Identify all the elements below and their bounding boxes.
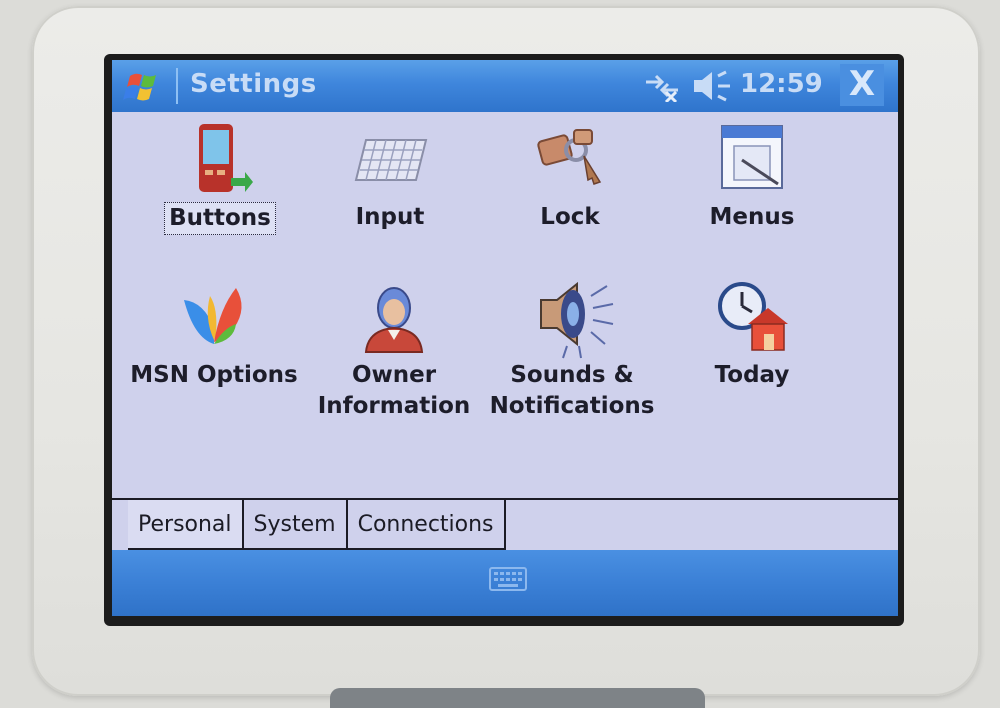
settings-item-menus[interactable]: Menus <box>672 120 832 233</box>
windows-start-icon[interactable] <box>122 66 168 106</box>
settings-item-msn-options[interactable]: MSN Options <box>126 278 302 391</box>
menus-window-icon <box>721 125 783 189</box>
settings-item-label-line1: Sounds & <box>510 362 634 388</box>
settings-item-label-line2: Notifications <box>489 393 655 419</box>
title-separator <box>176 68 178 104</box>
connectivity-icon[interactable] <box>642 70 682 102</box>
settings-item-label-line1: Owner <box>351 362 437 388</box>
keyboard-icon <box>354 139 428 181</box>
soft-key-bar <box>112 550 898 616</box>
device-buttons-icon <box>199 124 253 192</box>
settings-item-input[interactable]: Input <box>310 120 470 233</box>
settings-item-label: Input <box>355 204 425 230</box>
settings-item-label: Buttons <box>164 202 276 235</box>
page-title: Settings <box>190 69 317 99</box>
input-panel-keyboard-icon[interactable] <box>488 564 528 594</box>
settings-item-lock[interactable]: Lock <box>490 120 650 233</box>
close-button[interactable]: X <box>840 64 884 106</box>
settings-item-label: Lock <box>540 204 600 230</box>
settings-item-buttons[interactable]: Buttons <box>140 120 300 235</box>
settings-item-today[interactable]: Today <box>672 278 832 391</box>
settings-item-label: Today <box>714 362 790 388</box>
speaker-icon <box>540 281 614 359</box>
device-bottom-button[interactable] <box>330 688 705 708</box>
tab-bar: Personal System Connections <box>128 500 506 550</box>
settings-item-label: MSN Options <box>130 362 298 388</box>
device-screen: Settings 12:59 X Buttons Input Lock Menu… <box>112 60 898 616</box>
settings-item-label-line2: Information <box>317 393 471 419</box>
title-bar: Settings 12:59 X <box>112 60 898 112</box>
settings-item-owner-information[interactable]: Owner Information <box>310 278 478 422</box>
settings-item-label: Menus <box>709 204 795 230</box>
msn-butterfly-icon <box>184 288 242 344</box>
tab-personal[interactable]: Personal <box>128 500 244 550</box>
clock-display[interactable]: 12:59 <box>740 69 823 99</box>
tab-connections[interactable]: Connections <box>345 500 506 550</box>
keys-icon <box>537 129 602 185</box>
clock-home-icon <box>718 282 788 351</box>
owner-person-icon <box>364 287 424 353</box>
tab-system[interactable]: System <box>241 500 348 550</box>
volume-muted-icon[interactable] <box>690 68 732 104</box>
settings-item-sounds-notifications[interactable]: Sounds & Notifications <box>484 278 660 422</box>
